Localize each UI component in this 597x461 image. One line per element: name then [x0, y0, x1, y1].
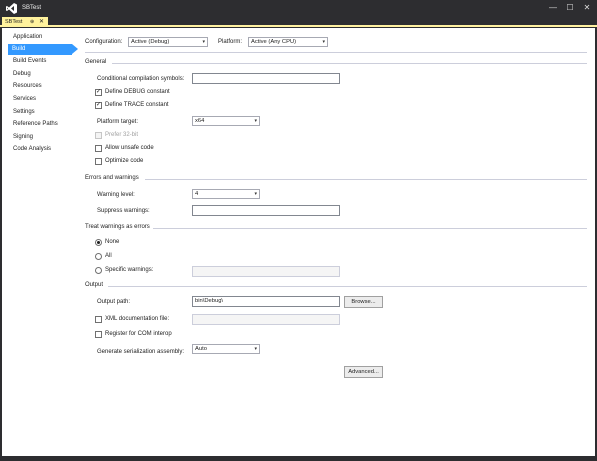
platform-target-dropdown[interactable]: x64 ▾: [192, 116, 260, 126]
general-section-header: General: [85, 59, 107, 65]
divider: [108, 286, 587, 287]
serialization-value: Auto: [195, 346, 207, 352]
browse-button[interactable]: Browse...: [344, 296, 383, 308]
define-debug-checkbox[interactable]: ✓: [95, 89, 102, 96]
configuration-value: Active (Debug): [131, 39, 170, 45]
advanced-button[interactable]: Advanced...: [344, 366, 383, 378]
treat-none-radio[interactable]: [95, 239, 102, 246]
nav-item-signing[interactable]: Signing: [9, 132, 75, 143]
optimize-code-label: Optimize code: [105, 158, 144, 164]
chevron-down-icon: ▾: [202, 39, 205, 45]
define-debug-label: Define DEBUG constant: [105, 89, 170, 95]
nav-item-code-analysis[interactable]: Code Analysis: [9, 144, 75, 155]
serialization-dropdown[interactable]: Auto ▾: [192, 344, 260, 354]
errors-section-header: Errors and warnings: [85, 175, 139, 181]
treat-none-label: None: [105, 239, 120, 245]
output-path-label: Output path:: [97, 299, 131, 305]
nav-item-build[interactable]: Build: [8, 44, 78, 55]
window-title: SBTest: [22, 5, 42, 11]
tab-label: SBTest: [5, 19, 23, 25]
treat-specific-radio[interactable]: [95, 267, 102, 274]
properties-nav: Application Build Build Events Debug Res…: [2, 28, 78, 456]
divider: [145, 179, 587, 180]
platform-value: Active (Any CPU): [251, 39, 297, 45]
chevron-down-icon: ▾: [254, 191, 257, 197]
platform-dropdown[interactable]: Active (Any CPU) ▾: [248, 37, 328, 47]
suppress-warnings-input[interactable]: [192, 205, 340, 216]
conditional-symbols-label: Conditional compilation symbols:: [97, 76, 185, 82]
treat-all-radio[interactable]: [95, 253, 102, 260]
configuration-dropdown[interactable]: Active (Debug) ▾: [128, 37, 208, 47]
allow-unsafe-label: Allow unsafe code: [105, 145, 154, 151]
visual-studio-logo-icon: [6, 3, 17, 14]
prefer-32bit-checkbox: [95, 132, 102, 139]
divider: [85, 52, 587, 53]
serialization-label: Generate serialization assembly:: [97, 349, 185, 355]
output-path-input[interactable]: bin\Debug\: [192, 296, 340, 307]
output-section-header: Output: [85, 282, 104, 288]
nav-item-reference-paths[interactable]: Reference Paths: [9, 119, 75, 130]
warning-level-label: Warning level:: [97, 192, 135, 198]
divider: [112, 63, 587, 64]
nav-item-settings[interactable]: Settings: [9, 107, 75, 118]
optimize-code-checkbox[interactable]: [95, 158, 102, 165]
warning-level-dropdown[interactable]: 4 ▾: [192, 189, 260, 199]
tab-sbtest[interactable]: SBTest ⊕ ✕: [2, 17, 48, 27]
platform-target-value: x64: [195, 118, 205, 124]
xml-doc-input: [192, 314, 340, 325]
specific-warnings-input: [192, 266, 340, 277]
title-bar: SBTest — ☐ ✕: [0, 0, 597, 17]
nav-item-application[interactable]: Application: [9, 32, 75, 43]
chevron-down-icon: ▾: [254, 346, 257, 352]
com-interop-checkbox[interactable]: [95, 331, 102, 338]
platform-target-label: Platform target:: [97, 119, 139, 125]
divider: [153, 228, 587, 229]
allow-unsafe-checkbox[interactable]: [95, 145, 102, 152]
configuration-label: Configuration:: [85, 39, 123, 45]
treat-warnings-section-header: Treat warnings as errors: [85, 224, 150, 230]
pin-icon[interactable]: ⊕: [30, 17, 34, 27]
chevron-down-icon: ▾: [322, 39, 325, 45]
minimize-icon[interactable]: —: [547, 2, 559, 14]
nav-item-services[interactable]: Services: [9, 94, 75, 105]
prefer-32bit-label: Prefer 32-bit: [105, 132, 139, 138]
treat-specific-label: Specific warnings:: [105, 267, 154, 273]
document-tab-bar: SBTest ⊕ ✕: [0, 17, 597, 27]
nav-item-resources[interactable]: Resources: [9, 81, 75, 92]
suppress-warnings-label: Suppress warnings:: [97, 208, 150, 214]
status-bar: [0, 456, 597, 461]
define-trace-checkbox[interactable]: ✓: [95, 102, 102, 109]
platform-label: Platform:: [218, 39, 243, 45]
warning-level-value: 4: [195, 191, 199, 197]
com-interop-label: Register for COM interop: [105, 331, 172, 337]
xml-doc-label: XML documentation file:: [105, 316, 170, 322]
xml-doc-checkbox[interactable]: [95, 316, 102, 323]
nav-item-debug[interactable]: Debug: [9, 69, 75, 80]
treat-all-label: All: [105, 253, 112, 259]
define-trace-label: Define TRACE constant: [105, 102, 169, 108]
project-properties-pane: Application Build Build Events Debug Res…: [2, 28, 595, 456]
conditional-symbols-input[interactable]: [192, 73, 340, 84]
maximize-icon[interactable]: ☐: [564, 2, 576, 14]
close-window-icon[interactable]: ✕: [581, 2, 593, 14]
nav-item-build-events[interactable]: Build Events: [9, 56, 75, 67]
tab-close-icon[interactable]: ✕: [39, 17, 44, 27]
chevron-down-icon: ▾: [254, 118, 257, 124]
